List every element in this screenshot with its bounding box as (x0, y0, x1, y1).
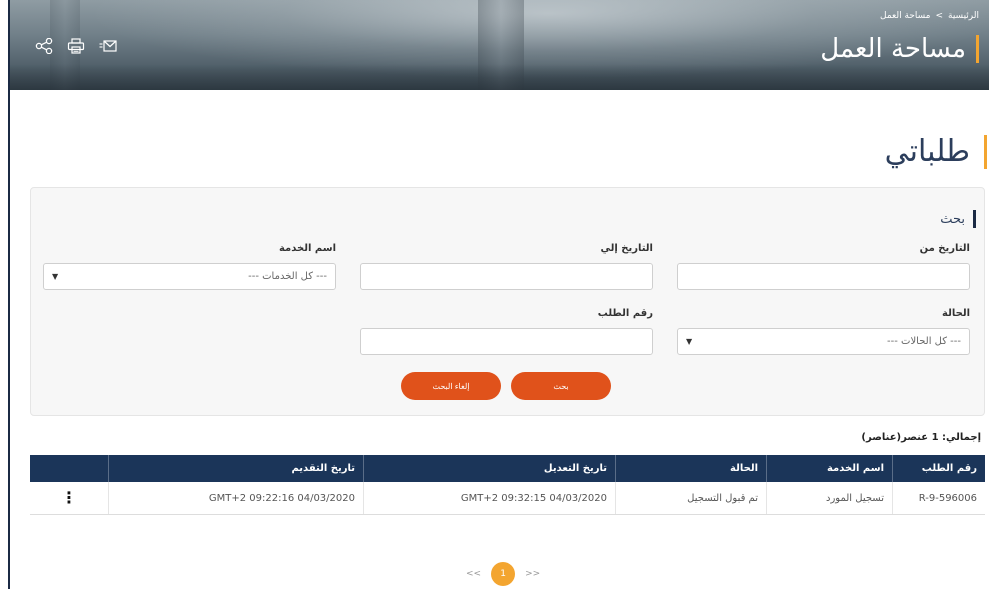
search-button[interactable]: بحث (511, 372, 611, 400)
date-from-label: التاريخ من (919, 243, 970, 254)
banner-title-text: مساحة العمل (820, 34, 966, 64)
pagination-next[interactable]: >> (525, 569, 540, 579)
cell-submitted-date: GMT+2 09:22:16 04/03/2020 (108, 482, 363, 514)
pagination: << 1 >> (466, 562, 540, 586)
table-row[interactable]: R-9-596006 تسجيل المورد تم قبول التسجيل … (30, 482, 985, 515)
banner-title: مساحة العمل (820, 34, 979, 64)
column-header-actions (30, 455, 108, 482)
breadcrumb-separator: > (935, 11, 943, 21)
request-number-input[interactable] (360, 328, 653, 355)
results-total: إجمالي: 1 عنصر(عناصر) (861, 432, 981, 443)
date-from-input[interactable] (677, 263, 970, 290)
page-title-accent-bar (984, 134, 987, 169)
column-header-modified[interactable]: تاريخ التعديل (363, 455, 615, 482)
breadcrumb-home[interactable]: الرئيسية (948, 11, 979, 21)
cell-modified-date: GMT+2 09:32:15 04/03/2020 (363, 482, 615, 514)
row-actions-cell: ⋮ (30, 482, 108, 514)
pagination-page-current[interactable]: 1 (491, 562, 516, 586)
hero-banner: الرئيسية > مساحة العمل مساحة العمل (10, 0, 989, 90)
share-icon[interactable] (34, 37, 54, 55)
breadcrumb: الرئيسية > مساحة العمل (880, 11, 979, 21)
cell-request-number: R-9-596006 (892, 482, 985, 514)
results-table: رقم الطلب اسم الخدمة الحالة تاريخ التعدي… (30, 455, 985, 515)
status-select[interactable]: --- كل الحالات --- ▼ (677, 328, 970, 355)
service-name-value: --- كل الخدمات --- (248, 271, 327, 282)
cancel-search-button[interactable]: إلغاء البحث (401, 372, 501, 400)
banner-water (10, 64, 989, 90)
cell-service-name: تسجيل المورد (766, 482, 892, 514)
email-icon[interactable] (98, 37, 118, 55)
column-header-status[interactable]: الحالة (615, 455, 766, 482)
chevron-down-icon: ▼ (686, 337, 693, 346)
pagination-prev[interactable]: << (466, 569, 481, 579)
request-number-label: رقم الطلب (597, 308, 653, 319)
kebab-menu-icon[interactable]: ⋮ (61, 490, 77, 506)
date-to-label: التاريخ إلي (600, 243, 653, 254)
breadcrumb-current: مساحة العمل (880, 11, 931, 21)
title-accent-bar (976, 35, 979, 63)
page-title-text: طلباتي (884, 134, 970, 169)
column-header-request-number[interactable]: رقم الطلب (892, 455, 985, 482)
status-value: --- كل الحالات --- (887, 336, 961, 347)
search-heading: بحث (940, 210, 976, 228)
service-name-label: اسم الخدمة (278, 243, 336, 254)
cell-status: تم قبول التسجيل (615, 482, 766, 514)
search-heading-text: بحث (940, 211, 965, 227)
search-panel: بحث التاريخ من التاريخ إلي اسم الخدمة --… (30, 187, 985, 416)
date-to-input[interactable] (360, 263, 653, 290)
status-label: الحالة (942, 308, 970, 319)
print-icon[interactable] (66, 37, 86, 55)
column-header-submitted[interactable]: تاريخ التقديم (108, 455, 363, 482)
chevron-down-icon: ▼ (52, 272, 59, 281)
service-name-select[interactable]: --- كل الخدمات --- ▼ (43, 263, 336, 290)
table-header: رقم الطلب اسم الخدمة الحالة تاريخ التعدي… (30, 455, 985, 482)
page-title: طلباتي (885, 134, 987, 169)
column-header-service-name[interactable]: اسم الخدمة (766, 455, 892, 482)
search-heading-bar (973, 210, 976, 228)
banner-tools (34, 37, 118, 55)
